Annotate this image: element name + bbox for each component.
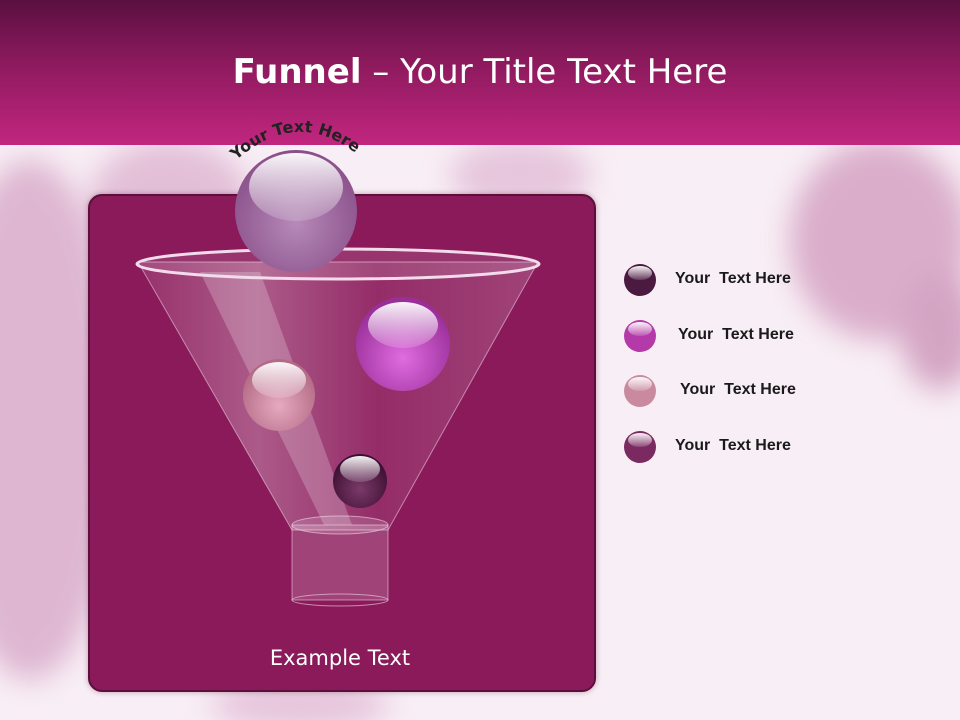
- legend-label: Your Text Here: [675, 270, 791, 287]
- legend-bullet: [624, 320, 656, 352]
- sphere-purple: [356, 297, 450, 391]
- funnel-spout: [291, 524, 389, 601]
- legend-label: Your Text Here: [678, 326, 794, 343]
- legend-label: Your Text Here: [680, 381, 796, 398]
- legend-bullet: [624, 264, 656, 296]
- legend-label: Your Text Here: [675, 437, 791, 454]
- sphere-pink: [243, 359, 315, 431]
- sphere-dark: [333, 454, 387, 508]
- legend-bullet: [624, 375, 656, 407]
- funnel-diagram: Your Text Here: [135, 117, 541, 607]
- spout-top: [291, 515, 389, 535]
- example-text: Example Text: [269, 646, 411, 670]
- legend-bullet: [624, 431, 656, 463]
- sphere-top: [235, 150, 357, 272]
